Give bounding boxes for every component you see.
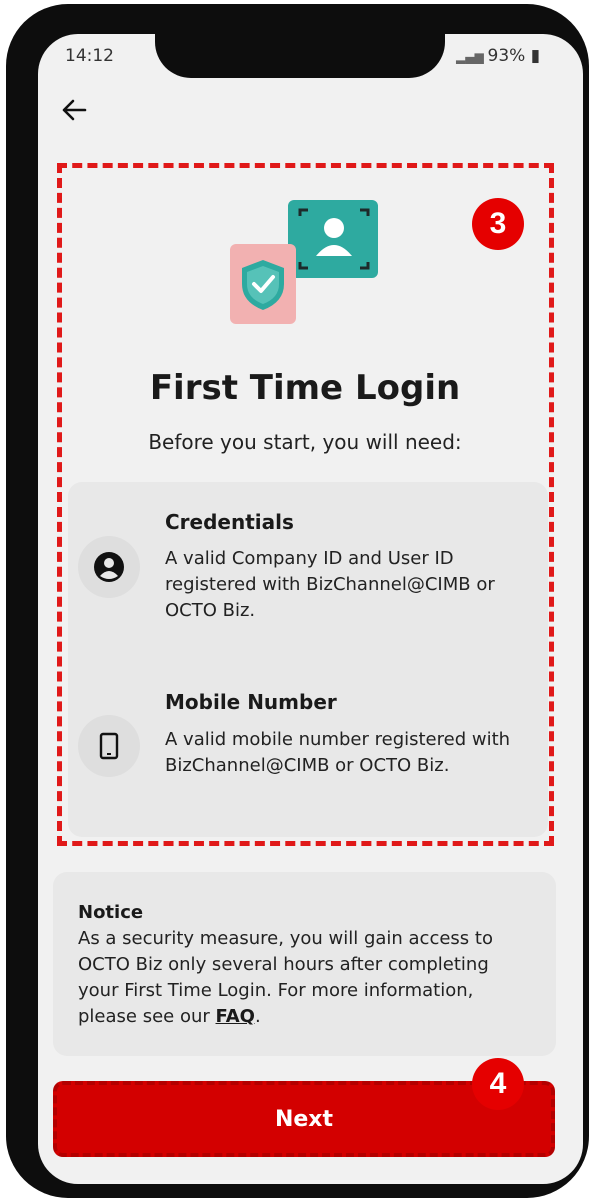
status-time: 14:12 bbox=[65, 46, 114, 66]
signal-icon: ▂▄▆ bbox=[456, 50, 488, 64]
faq-link[interactable]: FAQ bbox=[216, 1006, 255, 1027]
step-badge-4: 4 bbox=[472, 1058, 524, 1110]
next-button-label: Next bbox=[274, 1106, 334, 1132]
notice-text: As a security measure, you will gain acc… bbox=[78, 928, 493, 1027]
annotation-frame-3 bbox=[57, 163, 554, 846]
step-badge-3: 3 bbox=[472, 198, 524, 250]
notice-title: Notice bbox=[78, 902, 144, 923]
arrow-left-icon bbox=[62, 99, 87, 121]
notice-body: As a security measure, you will gain acc… bbox=[78, 926, 531, 1030]
battery-icon: ▮ bbox=[525, 46, 541, 66]
notice-end: . bbox=[254, 1006, 261, 1027]
back-button[interactable] bbox=[58, 94, 90, 126]
battery-percent: 93% bbox=[487, 46, 526, 66]
camera-notch bbox=[155, 30, 445, 78]
notice-box: Notice As a security measure, you will g… bbox=[53, 872, 556, 1056]
status-battery: ▂▄▆ 93% ▮ bbox=[456, 46, 540, 66]
